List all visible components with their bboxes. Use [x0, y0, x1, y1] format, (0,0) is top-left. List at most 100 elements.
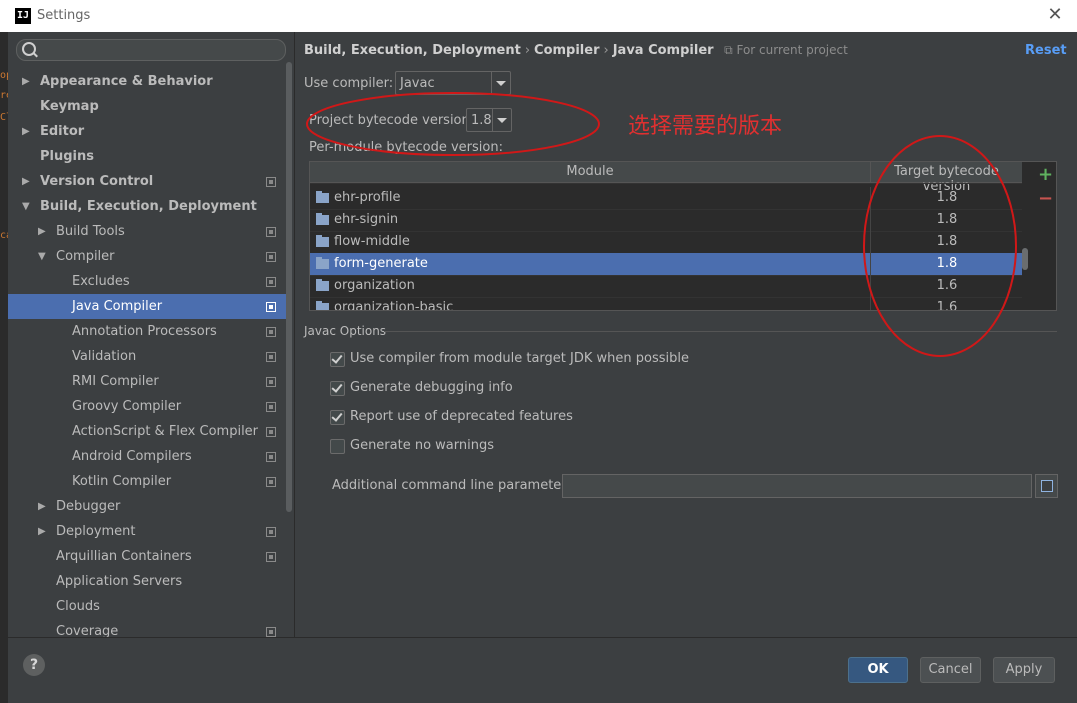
annotation-note: 选择需要的版本 [628, 114, 783, 139]
chevron-right-icon: ▶ [22, 126, 30, 137]
sidebar-item-label: RMI Compiler [72, 374, 159, 389]
search-input[interactable] [16, 39, 286, 61]
chevron-right-icon: ▶ [22, 176, 30, 187]
sidebar-item-plugins[interactable]: Plugins [8, 144, 286, 169]
chevron-down-icon [492, 109, 511, 131]
window-title: Settings [37, 8, 91, 23]
chevron-right-icon: ▶ [38, 501, 46, 512]
editor-background-strip: op re Cl ca [0, 32, 12, 702]
apply-button[interactable]: Apply [993, 657, 1055, 683]
project-scope-icon [266, 527, 276, 537]
module-version[interactable]: 1.8 [870, 231, 1023, 253]
breadcrumb-part: Java Compiler [612, 43, 714, 58]
sidebar-item-build-tools[interactable]: ▶ Build Tools [8, 219, 286, 244]
breadcrumb-part: Build, Execution, Deployment [304, 43, 521, 58]
module-folder-icon [316, 191, 329, 203]
sidebar-item-debugger[interactable]: ▶ Debugger [8, 494, 286, 519]
checkbox-unchecked-icon[interactable] [330, 439, 345, 454]
module-folder-icon [316, 301, 329, 310]
project-scope-icon [266, 552, 276, 562]
expand-editor-icon[interactable] [1035, 474, 1058, 498]
project-scope-icon [266, 477, 276, 487]
sidebar-scrollbar[interactable] [286, 62, 292, 512]
sidebar-item-groovy-compiler[interactable]: Groovy Compiler [8, 394, 286, 419]
scope-text: For current project [736, 43, 848, 57]
compiler-select[interactable]: Javac [395, 71, 511, 95]
sidebar-item-keymap[interactable]: Keymap [8, 94, 286, 119]
module-folder-icon [316, 257, 329, 269]
project-scope-icon [266, 452, 276, 462]
checkbox-checked-icon[interactable] [330, 381, 345, 396]
sidebar-item-label: Java Compiler [72, 299, 163, 314]
table-row[interactable]: organization 1.6 [310, 275, 1022, 298]
table-row[interactable]: organization-basic 1.6 [310, 297, 1023, 311]
checkbox-checked-icon[interactable] [330, 352, 345, 367]
module-version[interactable]: 1.6 [870, 297, 1023, 310]
sidebar-item-android-compilers[interactable]: Android Compilers [8, 444, 286, 469]
project-scope-icon [266, 627, 276, 637]
sidebar-item-editor[interactable]: ▶ Editor [8, 119, 286, 144]
sidebar-item-excludes[interactable]: Excludes [8, 269, 286, 294]
sidebar-item-kotlin-compiler[interactable]: Kotlin Compiler [8, 469, 286, 494]
sidebar-item-actionscript-flex-compiler[interactable]: ActionScript & Flex Compiler [8, 419, 286, 444]
sidebar-item-arquillian-containers[interactable]: Arquillian Containers [8, 544, 286, 569]
sidebar-item-label: ActionScript & Flex Compiler [72, 424, 259, 439]
module-version[interactable]: 1.8 [870, 187, 1023, 209]
sidebar-item-clouds[interactable]: Clouds [8, 594, 286, 619]
project-bytecode-select[interactable]: 1.8 [466, 108, 512, 132]
project-scope-icon [266, 302, 276, 312]
module-name: organization-basic [334, 300, 454, 311]
add-module-icon[interactable]: + [1038, 164, 1053, 185]
sidebar-item-label: Compiler [56, 249, 115, 264]
remove-module-icon[interactable]: − [1038, 188, 1053, 209]
additional-params-input[interactable] [562, 474, 1032, 498]
sidebar-item-coverage[interactable]: Coverage [8, 619, 286, 637]
section-divider [384, 331, 1057, 332]
table-scrollbar[interactable] [1022, 248, 1028, 270]
help-icon[interactable]: ? [23, 654, 45, 676]
sidebar-item-validation[interactable]: Validation [8, 344, 286, 369]
module-folder-icon [316, 235, 329, 247]
checkbox-label: Generate debugging info [350, 380, 513, 395]
cancel-button[interactable]: Cancel [920, 657, 981, 683]
sidebar-item-version-control[interactable]: ▶ Version Control [8, 169, 286, 194]
sidebar-item-label: Build Tools [56, 224, 125, 239]
table-row[interactable]: ehr-signin 1.8 [310, 209, 1022, 232]
sidebar-item-label: Kotlin Compiler [72, 474, 172, 489]
sidebar-item-compiler[interactable]: ▼ Compiler [8, 244, 286, 269]
dialog-footer [8, 637, 1077, 703]
module-version[interactable]: 1.8 [870, 209, 1023, 231]
sidebar-item-application-servers[interactable]: Application Servers [8, 569, 286, 594]
module-version[interactable]: 1.6 [870, 275, 1023, 297]
ok-button[interactable]: OK [848, 657, 908, 683]
project-scope-icon [266, 252, 276, 262]
sidebar-item-appearance-behavior[interactable]: ▶ Appearance & Behavior [8, 69, 286, 94]
close-icon[interactable]: ✕ [1046, 5, 1064, 25]
sidebar-item-build-execution-deployment[interactable]: ▼ Build, Execution, Deployment [8, 194, 286, 219]
sidebar-item-deployment[interactable]: ▶ Deployment [8, 519, 286, 544]
window-title-bar: IJ Settings ✕ [0, 0, 1077, 32]
sidebar-item-rmi-compiler[interactable]: RMI Compiler [8, 369, 286, 394]
project-bytecode-value: 1.8 [471, 113, 492, 128]
javac-options-title: Javac Options [304, 324, 387, 338]
table-row[interactable]: ehr-profile 1.8 [310, 187, 1022, 210]
table-row-selected[interactable]: form-generate 1.8 [310, 253, 1022, 276]
reset-link[interactable]: Reset [1025, 43, 1067, 58]
sidebar-item-annotation-processors[interactable]: Annotation Processors [8, 319, 286, 344]
additional-params-label: Additional command line parameters: [332, 478, 578, 493]
module-folder-icon [316, 279, 329, 291]
project-scope-icon [266, 277, 276, 287]
sidebar-item-label: Deployment [56, 524, 136, 539]
sidebar-item-label: Debugger [56, 499, 121, 514]
chevron-down-icon [491, 72, 510, 94]
table-row[interactable]: flow-middle 1.8 [310, 231, 1022, 254]
sidebar-item-label: Arquillian Containers [56, 549, 192, 564]
breadcrumb-separator: › [603, 43, 609, 58]
sidebar-item-java-compiler[interactable]: Java Compiler [8, 294, 286, 319]
module-bytecode-table[interactable]: Module Target bytecode version ehr-profi… [309, 161, 1057, 311]
module-version[interactable]: 1.8 [870, 253, 1023, 275]
checkbox-checked-icon[interactable] [330, 410, 345, 425]
sidebar-item-label: Editor [40, 124, 85, 139]
module-name: ehr-profile [334, 190, 401, 205]
project-scope-label: ⧉ For current project [724, 43, 848, 57]
